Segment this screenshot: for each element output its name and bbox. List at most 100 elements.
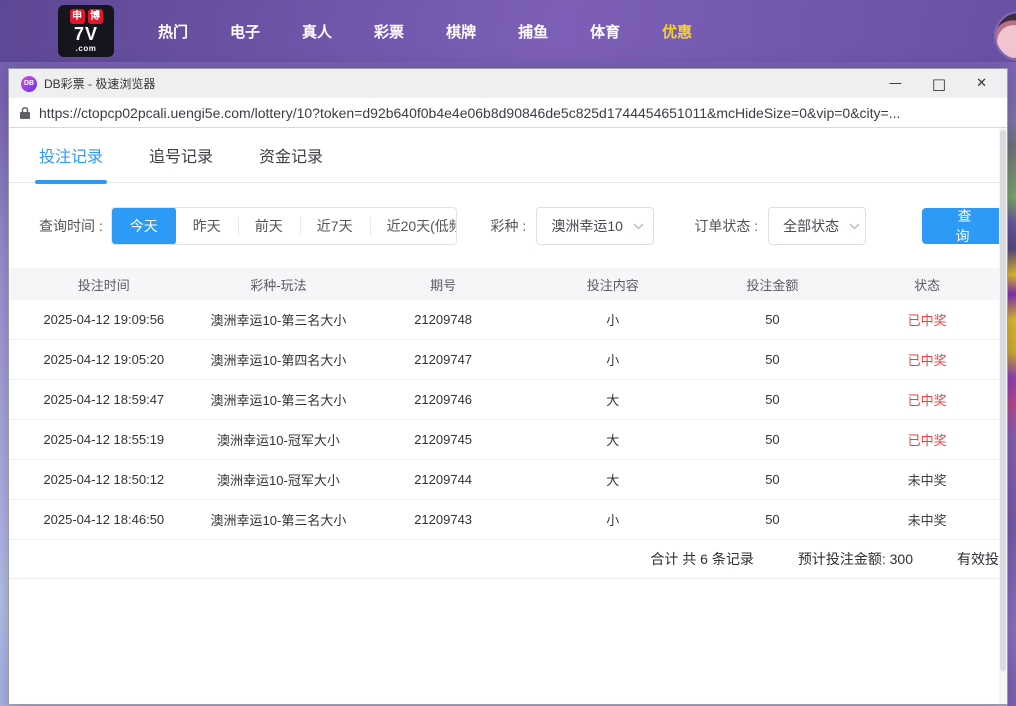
logo-badges: 申 博 <box>69 9 103 24</box>
cell-status: 未中奖 <box>907 513 947 528</box>
order-status-filter-label: 订单状态 : <box>694 218 759 234</box>
nav-item-lottery[interactable]: 彩票 <box>374 21 404 42</box>
record-tabs: 投注记录 追号记录 资金记录 <box>9 128 1007 184</box>
cell-period: 21209745 <box>414 432 473 447</box>
cell-period: 21209744 <box>414 472 473 487</box>
cell-period: 21209743 <box>414 512 473 527</box>
col-header-status: 状态 <box>914 277 941 293</box>
cell-play: 澳洲幸运10-冠军大小 <box>217 473 340 488</box>
cell-time: 2025-04-12 18:55:19 <box>43 432 165 447</box>
cell-content: 小 <box>606 353 620 368</box>
table-row: 2025-04-12 18:55:19 澳洲幸运10-冠军大小 21209745… <box>9 420 1007 460</box>
window-controls: — □ ✕ <box>889 76 995 92</box>
order-status-select[interactable]: 全部状态 <box>768 207 867 245</box>
lottery-filter-label: 彩种 : <box>490 218 527 234</box>
col-header-play: 彩种-玩法 <box>250 277 307 293</box>
cell-play: 澳洲幸运10-冠军大小 <box>217 433 340 448</box>
cell-play: 澳洲幸运10-第四名大小 <box>210 353 347 368</box>
cell-play: 澳洲幸运10-第三名大小 <box>210 393 347 408</box>
scrollbar-thumb[interactable] <box>1000 130 1006 672</box>
col-header-amount: 投注金额 <box>746 277 799 293</box>
bet-records-table: 投注时间 彩种-玩法 期号 投注内容 投注金额 状态 2025-04-12 19… <box>9 268 1007 579</box>
user-avatar[interactable] <box>996 13 1016 59</box>
time-filter-label: 查询时间 : <box>39 218 103 234</box>
time-option-day-before[interactable]: 前天 <box>237 208 300 244</box>
cell-amount: 50 <box>765 352 780 367</box>
table-row: 2025-04-12 19:09:56 澳洲幸运10-第三名大小 2120974… <box>9 300 1007 340</box>
db-favicon-icon: DB <box>21 75 37 92</box>
tab-fund-records-label: 资金记录 <box>259 149 324 166</box>
cell-content: 小 <box>606 313 620 328</box>
table-summary-row: 合计 共 6 条记录 预计投注金额: 300 有效投注金额 <box>9 540 1007 579</box>
vertical-scrollbar[interactable] <box>999 128 1007 704</box>
chevron-down-icon <box>633 222 644 230</box>
table-row: 2025-04-12 18:50:12 澳洲幸运10-冠军大小 21209744… <box>9 460 1007 500</box>
tab-fund-records[interactable]: 资金记录 <box>259 128 323 182</box>
time-range-group: 今天 昨天 前天 近7天 近20天(低频) <box>110 207 457 245</box>
nav-item-promo[interactable]: 优惠 <box>662 21 692 42</box>
site-logo[interactable]: 申 博 7V .com <box>58 5 114 57</box>
address-bar[interactable]: https://ctopcp02pcali.uengi5e.com/lotter… <box>9 98 1007 128</box>
order-status-select-value: 全部状态 <box>783 218 840 234</box>
cell-status: 未中奖 <box>907 473 947 488</box>
background-page-strip <box>1007 62 1016 706</box>
nav-item-hot[interactable]: 热门 <box>158 21 188 42</box>
cell-amount: 50 <box>765 512 780 527</box>
summary-total-count: 合计 共 6 条记录 <box>650 551 754 567</box>
tab-chase-records[interactable]: 追号记录 <box>149 128 213 182</box>
cell-content: 大 <box>606 393 620 408</box>
filter-bar: 查询时间 : 今天 昨天 前天 近7天 近20天(低频) 彩种 : 澳洲幸运10… <box>9 183 1007 245</box>
cell-period: 21209748 <box>414 312 473 327</box>
tab-bet-records[interactable]: 投注记录 <box>35 128 107 184</box>
tab-chase-records-label: 追号记录 <box>149 149 214 166</box>
minimize-icon[interactable]: — <box>889 76 902 92</box>
nav-item-sports[interactable]: 体育 <box>590 21 620 42</box>
tab-bet-records-label: 投注记录 <box>39 149 104 166</box>
cell-time: 2025-04-12 18:50:12 <box>43 472 165 487</box>
table-header-row: 投注时间 彩种-玩法 期号 投注内容 投注金额 状态 <box>9 268 1007 300</box>
lottery-select[interactable]: 澳洲幸运10 <box>536 207 655 245</box>
site-topbar: 申 博 7V .com 热门 电子 真人 彩票 棋牌 捕鱼 体育 优惠 <box>0 0 1016 62</box>
cell-time: 2025-04-12 19:05:20 <box>43 352 165 367</box>
logo-badge-shen: 申 <box>69 9 85 24</box>
cell-play: 澳洲幸运10-第三名大小 <box>210 513 347 528</box>
time-option-yesterday[interactable]: 昨天 <box>176 208 238 244</box>
col-header-time: 投注时间 <box>77 277 130 293</box>
table-row: 2025-04-12 18:59:47 澳洲幸运10-第三名大小 2120974… <box>9 380 1007 420</box>
cell-status: 已中奖 <box>907 433 947 448</box>
col-header-content: 投注内容 <box>586 277 639 293</box>
search-button[interactable]: 查询 <box>922 208 1007 244</box>
cell-amount: 50 <box>765 312 780 327</box>
url-text: https://ctopcp02pcali.uengi5e.com/lotter… <box>39 104 901 121</box>
cell-status: 已中奖 <box>907 353 947 368</box>
nav-item-slots[interactable]: 电子 <box>230 21 260 42</box>
chevron-down-icon <box>849 222 860 230</box>
cell-time: 2025-04-12 19:09:56 <box>43 312 165 327</box>
cell-period: 21209747 <box>414 352 473 367</box>
nav-item-live[interactable]: 真人 <box>302 21 332 42</box>
cell-play: 澳洲幸运10-第三名大小 <box>210 313 347 328</box>
close-icon[interactable]: ✕ <box>976 76 987 92</box>
time-option-20days[interactable]: 近20天(低频) <box>369 208 456 244</box>
time-option-today[interactable]: 今天 <box>111 208 176 244</box>
window-titlebar[interactable]: DB DB彩票 - 极速浏览器 — □ ✕ <box>9 69 1007 98</box>
cell-period: 21209746 <box>414 392 473 407</box>
nav-item-cards[interactable]: 棋牌 <box>446 21 476 42</box>
cell-status: 已中奖 <box>907 393 947 408</box>
site-nav: 热门 电子 真人 彩票 棋牌 捕鱼 体育 优惠 <box>158 21 692 42</box>
cell-content: 大 <box>606 473 620 488</box>
time-option-7days[interactable]: 近7天 <box>299 208 370 244</box>
cell-content: 大 <box>606 433 620 448</box>
window-title: DB彩票 - 极速浏览器 <box>44 77 156 91</box>
active-tab-indicator <box>35 180 107 184</box>
cell-amount: 50 <box>765 472 780 487</box>
logo-badge-bo: 博 <box>87 9 103 24</box>
lottery-select-value: 澳洲幸运10 <box>551 218 623 234</box>
nav-item-fishing[interactable]: 捕鱼 <box>518 21 548 42</box>
browser-window: DB DB彩票 - 极速浏览器 — □ ✕ https://ctopcp02pc… <box>8 68 1008 705</box>
logo-sub-text: .com <box>75 44 97 53</box>
col-header-period: 期号 <box>430 277 457 293</box>
cell-amount: 50 <box>765 392 780 407</box>
maximize-icon[interactable]: □ <box>932 76 946 92</box>
logo-main-text: 7V <box>73 24 99 44</box>
